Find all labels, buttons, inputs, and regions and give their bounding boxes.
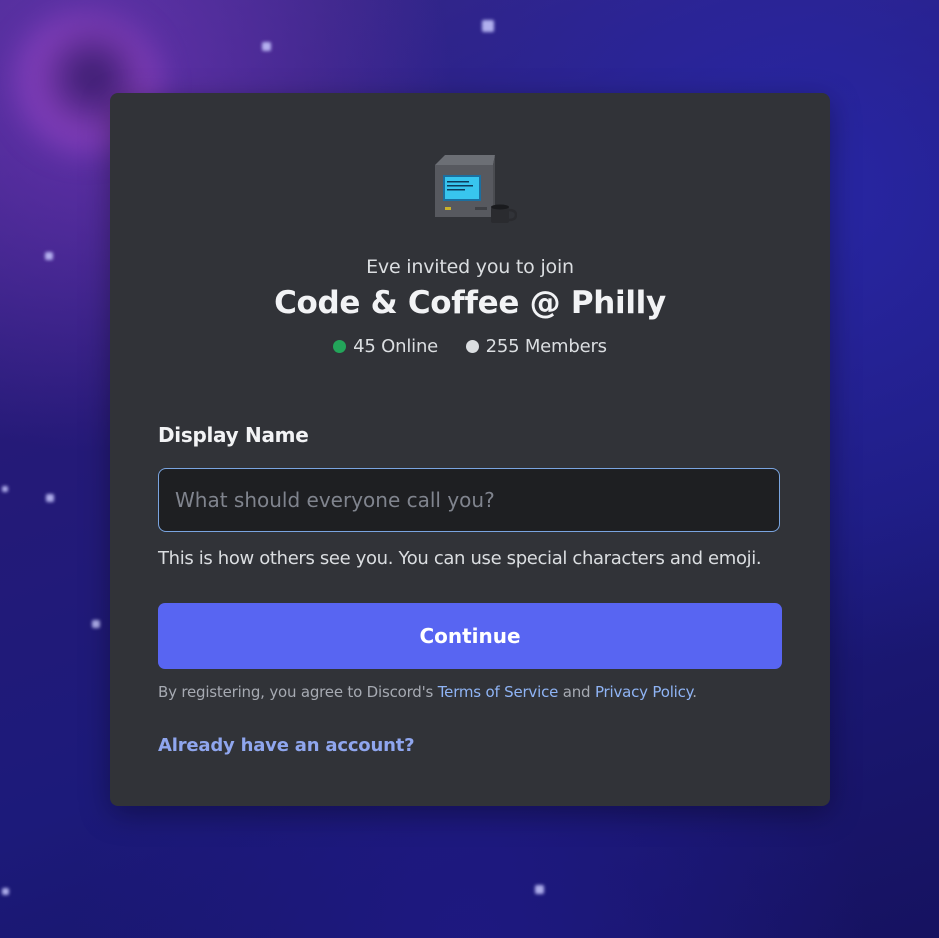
computer-coffee-icon [435,155,517,223]
invite-card: Eve invited you to join Code & Coffee @ … [110,93,830,806]
privacy-policy-link[interactable]: Privacy Policy [595,683,692,701]
continue-button[interactable]: Continue [158,603,782,669]
legal-prefix: By registering, you agree to Discord's [158,683,434,701]
online-count: 45 Online [333,336,438,357]
background-star [535,885,544,894]
server-stats: 45 Online 255 Members [110,336,830,358]
legal-conjunction: and [562,683,591,701]
background-star [45,252,53,260]
legal-notice: By registering, you agree to Discord's T… [158,683,697,701]
member-dot-icon [465,340,479,353]
display-name-input[interactable] [158,468,780,532]
background-star [2,486,8,492]
display-name-helper: This is how others see you. You can use … [158,548,762,569]
member-count-text: 255 Members [485,336,607,357]
invite-text: invited you to join [406,256,574,278]
invite-message: Eve invited you to join [110,256,830,278]
terms-of-service-link[interactable]: Terms of Service [438,683,559,701]
member-count: 255 Members [465,336,607,357]
online-dot-icon [333,340,347,353]
display-name-label: Display Name [158,423,309,447]
background-star [482,20,494,32]
background-star [92,620,100,628]
login-link[interactable]: Already have an account? [158,735,415,756]
online-count-text: 45 Online [353,336,439,357]
background-star [262,42,271,51]
server-name: Code & Coffee @ Philly [274,285,666,321]
legal-suffix: . [692,683,697,701]
background-star [46,494,54,502]
inviter-name: Eve [366,256,401,278]
background-star [2,888,9,895]
